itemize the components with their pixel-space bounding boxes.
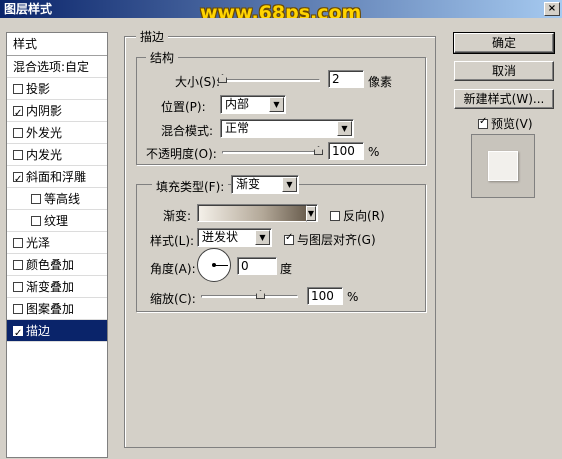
fill-type-select[interactable]: 渐变 ▼ (231, 175, 299, 194)
style-list-item-label: 纹理 (44, 214, 69, 228)
style-list-checkbox[interactable] (31, 216, 41, 226)
preview-swatch (488, 151, 518, 181)
style-list-item[interactable]: 描边 (7, 320, 107, 345)
styles-list: 样式 混合选项:自定投影内阴影外发光内发光斜面和浮雕等高线纹理光泽颜色叠加渐变叠… (6, 32, 108, 458)
position-label: 位置(P): (161, 100, 206, 114)
style-list-item-label: 斜面和浮雕 (26, 170, 87, 184)
size-unit: 像素 (368, 75, 393, 89)
close-icon: × (547, 3, 557, 14)
style-list-item[interactable]: 外发光 (7, 122, 107, 144)
opacity-label: 不透明度(O): (146, 147, 217, 161)
preview-label: 预览(V) (491, 117, 533, 131)
chevron-down-icon: ▼ (337, 121, 352, 136)
fill-type-label: 填充类型(F): (152, 178, 229, 195)
style-list-checkbox[interactable] (13, 238, 23, 248)
style-list-item-label: 描边 (26, 324, 51, 338)
chevron-down-icon: ▼ (306, 206, 316, 221)
ok-button[interactable]: 确定 (453, 32, 555, 54)
style-list-item[interactable]: 纹理 (7, 210, 107, 232)
style-list-item[interactable]: 投影 (7, 78, 107, 100)
style-list-checkbox[interactable] (13, 323, 23, 345)
new-style-button[interactable]: 新建样式(W)... (454, 89, 554, 109)
style-list-checkbox[interactable] (13, 304, 23, 314)
style-list-checkbox[interactable] (13, 84, 23, 94)
stroke-section-title: 描边 (136, 28, 169, 45)
angle-dial-center (212, 263, 216, 267)
style-list-item-label: 图案叠加 (26, 302, 75, 316)
chevron-down-icon: ▼ (255, 230, 270, 245)
gradient-swatch[interactable] (197, 204, 307, 222)
style-list-item-label: 内阴影 (26, 104, 63, 118)
blend-mode-select-value: 正常 (225, 121, 250, 135)
structure-group-title: 结构 (146, 49, 179, 66)
style-list-item-label: 渐变叠加 (26, 280, 75, 294)
style-list-checkbox[interactable] (13, 169, 23, 191)
size-input[interactable]: 2 (328, 70, 364, 88)
styles-list-header[interactable]: 样式 (7, 33, 107, 56)
style-list-checkbox[interactable] (13, 128, 23, 138)
style-list-item[interactable]: 内阴影 (7, 100, 107, 125)
angle-unit: 度 (280, 262, 293, 276)
angle-input[interactable]: 0 (237, 257, 277, 275)
style-list-item-label: 内发光 (26, 148, 63, 162)
style-list-item-label: 颜色叠加 (26, 258, 75, 272)
style-preview-thumbnail (471, 134, 535, 198)
style-list-item[interactable]: 内发光 (7, 144, 107, 166)
reverse-label: 反向(R) (343, 209, 385, 223)
chevron-down-icon: ▼ (282, 177, 297, 192)
style-list-checkbox[interactable] (13, 260, 23, 270)
style-label: 样式(L): (150, 234, 195, 248)
scale-label: 缩放(C): (150, 292, 196, 306)
angle-dial[interactable] (197, 248, 231, 282)
angle-label: 角度(A): (150, 262, 196, 276)
blend-mode-select[interactable]: 正常 ▼ (220, 119, 354, 138)
preview-checkbox-row[interactable]: 预览(V) (478, 115, 533, 132)
size-label: 大小(S): (175, 75, 221, 89)
style-list-item-label: 投影 (26, 82, 51, 96)
position-select[interactable]: 内部 ▼ (220, 95, 286, 114)
size-slider-track[interactable] (222, 79, 320, 82)
opacity-slider-track[interactable] (222, 151, 322, 154)
preview-checkbox[interactable] (478, 116, 488, 129)
gradient-dropdown[interactable]: ▼ (306, 204, 318, 222)
style-list-item[interactable]: 颜色叠加 (7, 254, 107, 276)
style-select-value: 迸发状 (202, 230, 239, 244)
reverse-checkbox[interactable] (330, 211, 340, 221)
style-select[interactable]: 迸发状 ▼ (197, 228, 272, 247)
style-list-item[interactable]: 混合选项:自定 (7, 56, 107, 78)
align-with-layer-label: 与图层对齐(G) (297, 233, 376, 247)
reverse-checkbox-row[interactable]: 反向(R) (330, 207, 385, 224)
close-button[interactable]: × (544, 2, 560, 16)
style-list-item[interactable]: 渐变叠加 (7, 276, 107, 298)
style-list-item[interactable]: 斜面和浮雕 (7, 166, 107, 191)
align-with-layer-checkbox[interactable] (284, 232, 294, 245)
opacity-unit: % (368, 145, 380, 159)
opacity-input[interactable]: 100 (328, 142, 364, 160)
angle-dial-needle (215, 265, 228, 266)
fill-type-select-value: 渐变 (236, 177, 261, 191)
style-list-item[interactable]: 光泽 (7, 232, 107, 254)
style-list-checkbox[interactable] (31, 194, 41, 204)
align-checkbox-row[interactable]: 与图层对齐(G) (284, 231, 376, 248)
scale-slider-track[interactable] (201, 295, 298, 298)
style-list-checkbox[interactable] (13, 282, 23, 292)
blend-mode-label: 混合模式: (161, 124, 214, 138)
scale-input[interactable]: 100 (307, 287, 343, 305)
scale-unit: % (347, 290, 359, 304)
gradient-label: 渐变: (163, 209, 192, 223)
style-list-item[interactable]: 等高线 (7, 188, 107, 210)
style-list-checkbox[interactable] (13, 103, 23, 125)
style-list-item[interactable]: 图案叠加 (7, 298, 107, 320)
style-list-item-label: 混合选项:自定 (13, 60, 90, 74)
position-select-value: 内部 (225, 97, 250, 111)
chevron-down-icon: ▼ (269, 97, 284, 112)
cancel-button[interactable]: 取消 (454, 61, 554, 81)
window-title: 图层样式 (4, 2, 53, 16)
style-list-checkbox[interactable] (13, 150, 23, 160)
style-list-item-label: 光泽 (26, 236, 51, 250)
style-list-item-label: 外发光 (26, 126, 63, 140)
style-list-item-label: 等高线 (44, 192, 81, 206)
